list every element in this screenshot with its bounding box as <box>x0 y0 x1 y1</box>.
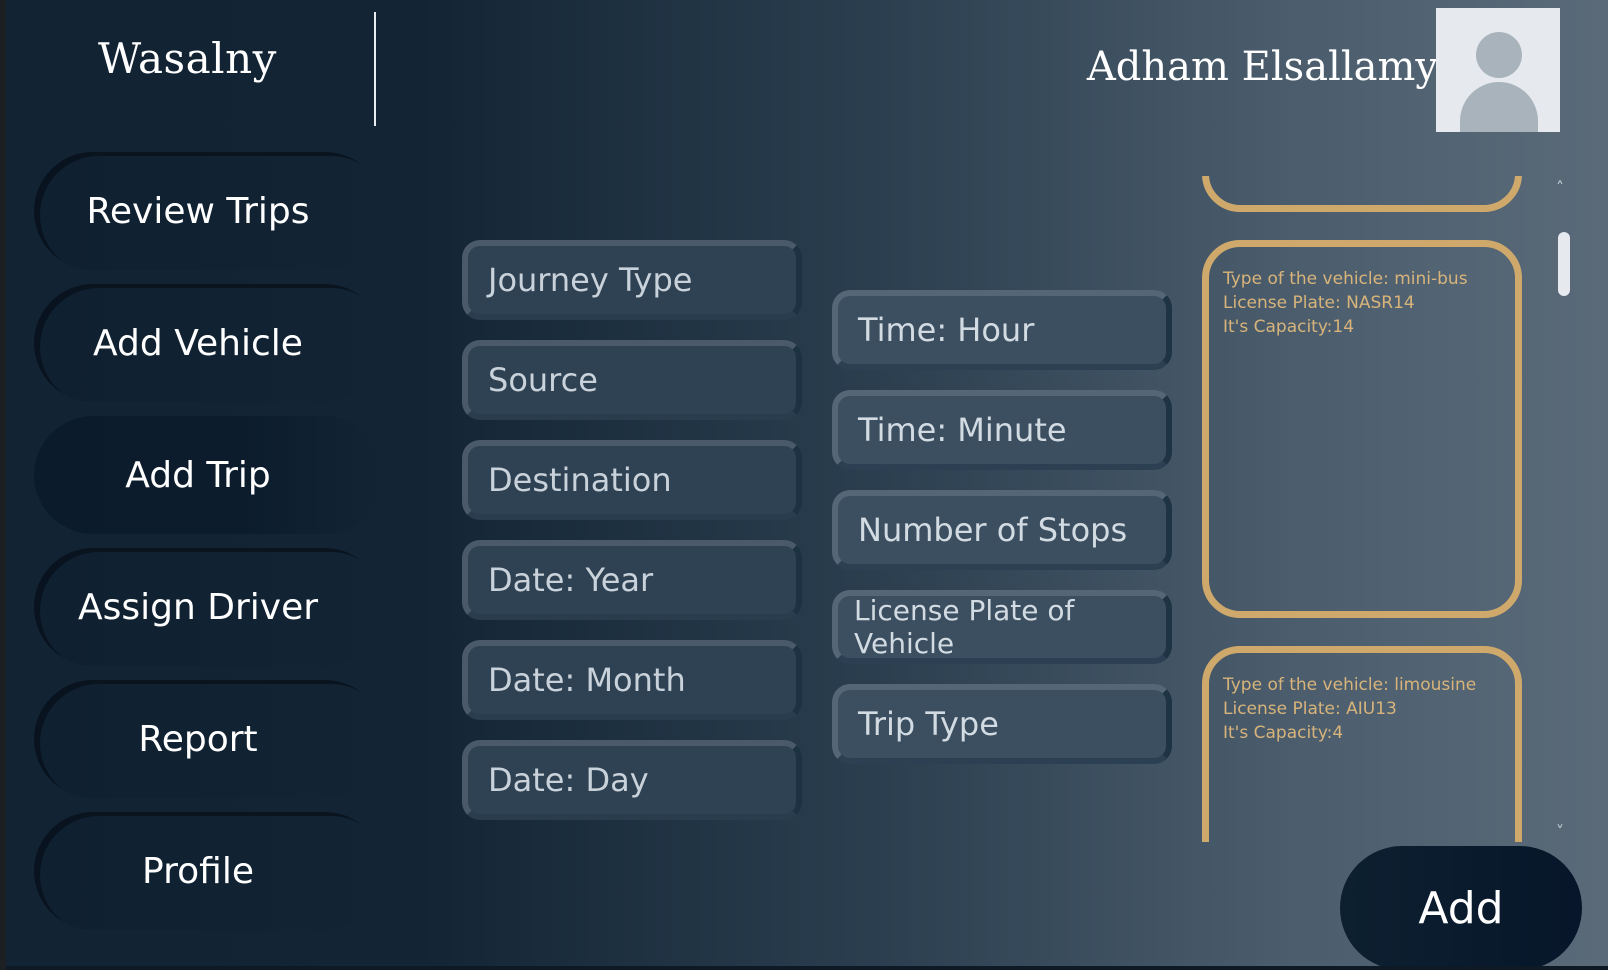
field-placeholder: Source <box>488 361 598 399</box>
field-placeholder: Number of Stops <box>858 511 1128 549</box>
add-button-label: Add <box>1418 882 1504 934</box>
sidebar-item-report[interactable]: Report <box>34 680 384 798</box>
number-of-stops-input[interactable]: Number of Stops <box>832 490 1172 570</box>
time-hour-input[interactable]: Time: Hour <box>832 290 1172 370</box>
field-placeholder: Date: Year <box>488 561 654 599</box>
window-bottom-edge <box>6 966 1608 970</box>
vehicle-card[interactable]: Type of the vehicle: mini-bus License Pl… <box>1202 240 1522 618</box>
field-placeholder: License Plate of Vehicle <box>854 594 1075 660</box>
field-placeholder: Date: Day <box>488 761 649 799</box>
vehicle-type: Type of the vehicle: limousine <box>1223 675 1477 695</box>
avatar-head-icon <box>1476 32 1522 78</box>
sidebar-item-label: Add Vehicle <box>93 322 303 364</box>
date-year-input[interactable]: Date: Year <box>462 540 802 620</box>
avatar[interactable] <box>1436 8 1560 132</box>
date-day-input[interactable]: Date: Day <box>462 740 802 820</box>
field-placeholder: Destination <box>488 461 672 499</box>
field-placeholder: Date: Month <box>488 661 686 699</box>
scrollbar-thumb[interactable] <box>1558 232 1570 296</box>
app-title: Wasalny <box>98 34 277 83</box>
vehicle-card[interactable]: Type of the vehicle: limousine License P… <box>1202 646 1522 842</box>
vehicle-type: Type of the vehicle: mini-bus <box>1223 269 1468 289</box>
date-month-input[interactable]: Date: Month <box>462 640 802 720</box>
vehicle-capacity: It's Capacity:4 <box>1223 723 1344 743</box>
sidebar-item-add-vehicle[interactable]: Add Vehicle <box>34 284 384 402</box>
vehicle-capacity: It's Capacity:14 <box>1223 317 1355 337</box>
vehicle-plate: License Plate: NASR14 <box>1223 293 1415 313</box>
sidebar-item-label: Review Trips <box>86 190 310 232</box>
time-minute-input[interactable]: Time: Minute <box>832 390 1172 470</box>
sidebar-item-assign-driver[interactable]: Assign Driver <box>34 548 384 666</box>
license-plate-input[interactable]: License Plate of Vehicle <box>832 590 1172 664</box>
user-name: Adham Elsallamy <box>1086 44 1438 90</box>
add-button[interactable]: Add <box>1340 846 1582 970</box>
sidebar-item-label: Profile <box>142 850 254 892</box>
field-placeholder: Time: Minute <box>858 411 1067 449</box>
vehicle-list[interactable]: Type of the vehicle: mini-bus License Pl… <box>1202 176 1522 842</box>
journey-type-input[interactable]: Journey Type <box>462 240 802 320</box>
sidebar-item-label: Report <box>138 718 258 760</box>
scroll-down-icon[interactable]: ˅ <box>1556 822 1564 841</box>
sidebar-item-profile[interactable]: Profile <box>34 812 384 930</box>
header-divider <box>374 12 376 126</box>
destination-input[interactable]: Destination <box>462 440 802 520</box>
field-placeholder: Journey Type <box>488 261 693 299</box>
scroll-up-icon[interactable]: ˄ <box>1556 178 1564 197</box>
trip-type-input[interactable]: Trip Type <box>832 684 1172 764</box>
app-window: Wasalny Adham Elsallamy Review Trips Add… <box>6 0 1608 970</box>
field-placeholder: Trip Type <box>858 705 999 743</box>
vehicle-card-partial[interactable] <box>1202 176 1522 212</box>
sidebar-item-add-trip[interactable]: Add Trip <box>34 416 384 534</box>
avatar-body-icon <box>1460 82 1538 132</box>
sidebar-item-review-trips[interactable]: Review Trips <box>34 152 384 270</box>
sidebar-item-label: Add Trip <box>125 454 271 496</box>
source-input[interactable]: Source <box>462 340 802 420</box>
sidebar-item-label: Assign Driver <box>77 586 319 628</box>
vehicle-plate: License Plate: AIU13 <box>1223 699 1397 719</box>
field-placeholder: Time: Hour <box>858 311 1035 349</box>
